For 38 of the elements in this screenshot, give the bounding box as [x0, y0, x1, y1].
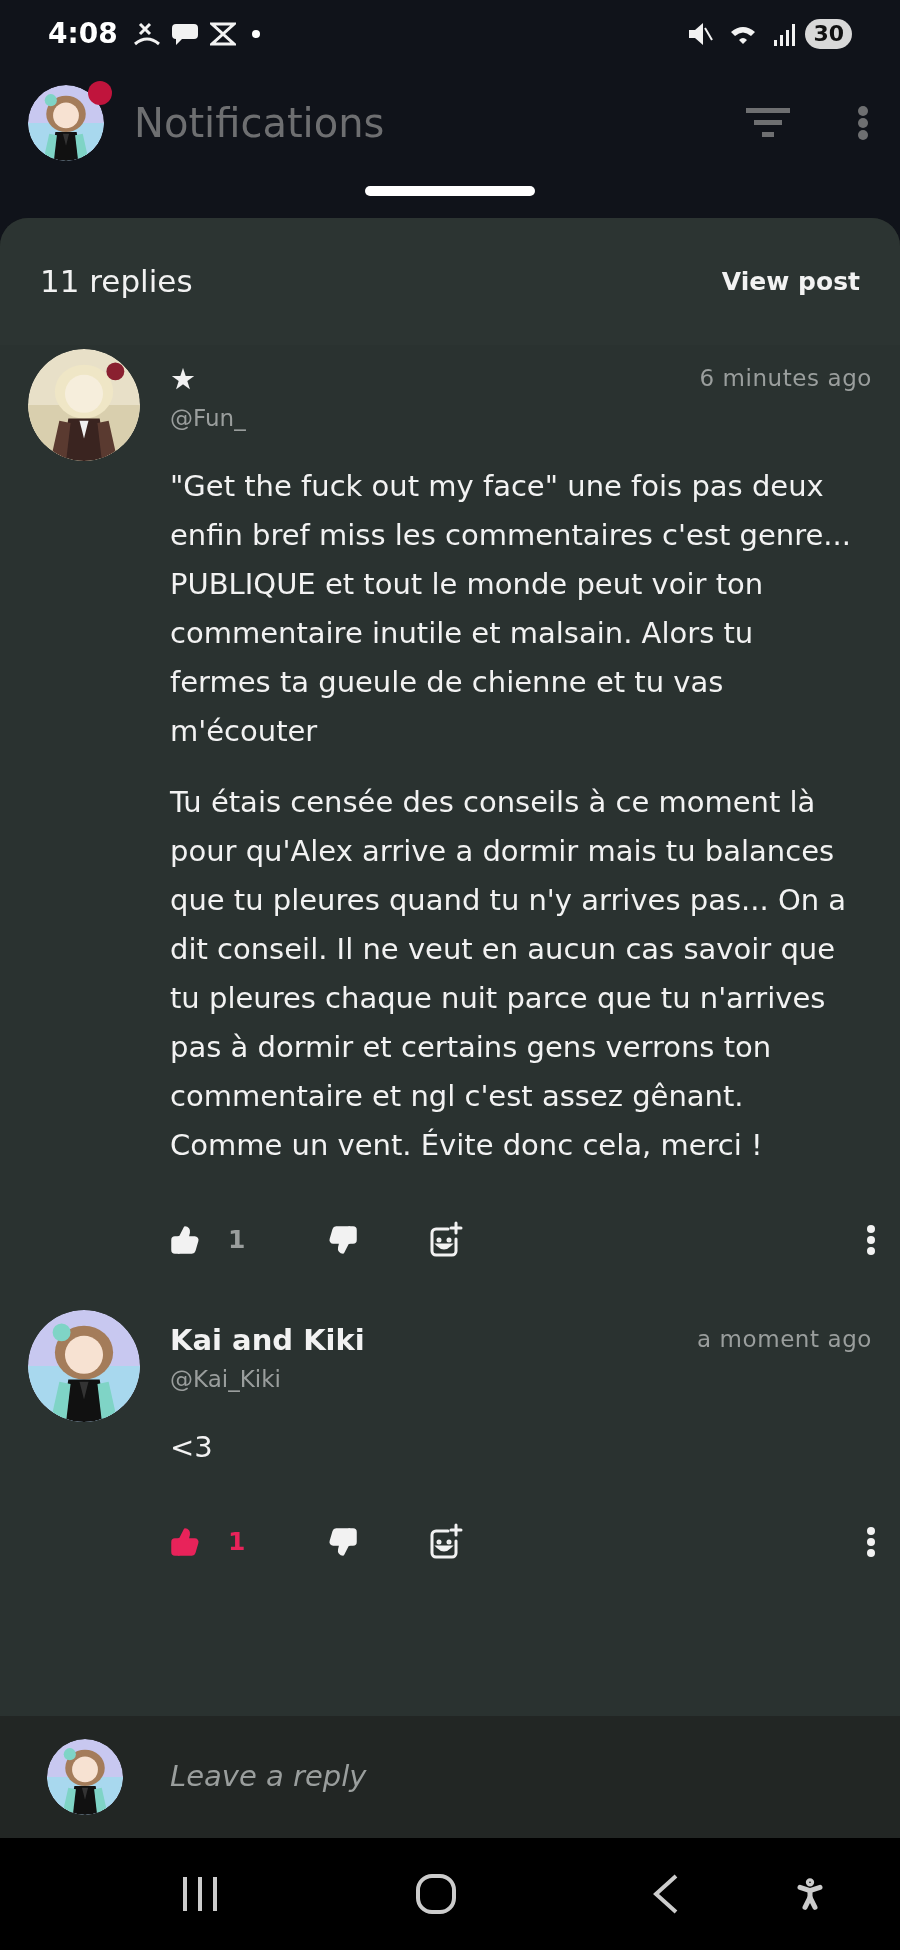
comment-text: <3 [170, 1428, 214, 1466]
comment-text: Tu étais censée des conseils à ce moment là pour qu'Alex arrive a dormir mais tu balances que tu pleures quand tu n'y arrives pas... On a dit conseil. Il ne veut en aucun cas savoir que tu pleures chaque nuit parce que tu n'arrives pas à dormir et certains gens verrons ton commentaire et ngl c'est assez gênant. Comme un vent. Évite donc cela, merci ! [170, 783, 848, 1164]
author-name: ★ [170, 361, 196, 398]
dislike-button[interactable] [328, 1224, 358, 1255]
add-reaction-icon[interactable] [428, 1522, 464, 1561]
view-post-link[interactable]: View post [721, 262, 860, 301]
like-count: 1 [228, 1224, 247, 1256]
like-count: 1 [228, 1525, 247, 1558]
author-name: Kai and Kiki [170, 1321, 365, 1358]
status-time: 4:08 [48, 16, 118, 52]
mute-icon [687, 20, 714, 48]
author-handle: @Kai_Kiki [170, 1365, 281, 1394]
hourglass-icon [209, 22, 236, 46]
reply-field[interactable]: Leave a reply [170, 1755, 853, 1799]
thumbs-down-icon [328, 1224, 358, 1255]
signal-icon [773, 22, 798, 46]
more-icon[interactable] [866, 1526, 876, 1557]
filter-icon[interactable] [746, 108, 790, 138]
missed-call-icon [133, 20, 160, 48]
chat-icon [171, 21, 198, 47]
recent-apps-icon[interactable] [180, 1875, 220, 1913]
thumbs-up-icon [170, 1224, 200, 1255]
home-icon[interactable] [416, 1874, 456, 1914]
more-icon[interactable] [866, 1224, 876, 1255]
like-button[interactable] [170, 1224, 200, 1255]
reply-count: 11 replies [40, 262, 193, 302]
timestamp: 6 minutes ago [699, 364, 872, 393]
thumbs-up-icon [170, 1526, 200, 1557]
battery-level: 30 [805, 19, 852, 49]
add-reaction-icon[interactable] [428, 1220, 464, 1259]
comment-text: "Get the fuck out my face" une fois pas deux enfin bref miss les commentaires c'est genre... PUBLIQUE et tout le monde peut voir ton commentaire inutile et malsain. Alors tu fermes ta gueule de chienne et tu vas m'écouter [170, 467, 852, 750]
drag-handle[interactable] [365, 186, 535, 196]
author-handle: @Fun_ [170, 404, 246, 434]
dislike-button[interactable] [328, 1526, 358, 1557]
back-icon[interactable] [652, 1874, 678, 1914]
thumbs-down-icon [328, 1526, 358, 1557]
page-title: Notifications [134, 99, 385, 148]
timestamp: a moment ago [697, 1324, 872, 1354]
